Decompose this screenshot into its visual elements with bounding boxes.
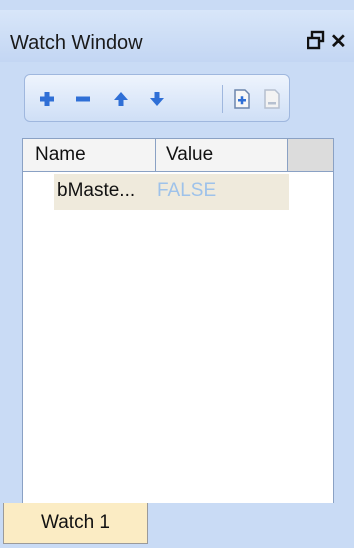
title-bar: Watch Window ✕: [0, 10, 354, 62]
move-up-icon[interactable]: [109, 87, 133, 111]
remove-watch-page-icon[interactable]: [260, 87, 284, 111]
add-icon[interactable]: [35, 87, 59, 111]
pin-float-icon[interactable]: [306, 30, 325, 56]
move-down-icon[interactable]: [145, 87, 169, 111]
column-header-value[interactable]: Value: [156, 139, 288, 172]
tab-watch-1[interactable]: Watch 1: [3, 503, 148, 544]
watch-tab-strip: Watch 1: [0, 503, 354, 548]
table-row[interactable]: bMaste... FALSE: [54, 174, 289, 210]
toolbar-separator: [222, 85, 223, 113]
column-header-spacer: [288, 139, 333, 172]
add-watch-page-icon[interactable]: [230, 87, 254, 111]
watch-variable-name[interactable]: bMaste...: [57, 180, 135, 202]
watch-variable-value[interactable]: FALSE: [157, 180, 216, 202]
window-title: Watch Window: [10, 32, 143, 54]
watch-grid: Name Value bMaste... FALSE: [22, 138, 334, 513]
close-icon[interactable]: ✕: [330, 30, 347, 54]
watch-toolbar: [24, 74, 290, 122]
column-header-name[interactable]: Name: [23, 139, 156, 172]
watch-window-panel: Watch Window ✕ Name Value bMaste... FALS…: [0, 0, 354, 548]
remove-icon[interactable]: [71, 87, 95, 111]
